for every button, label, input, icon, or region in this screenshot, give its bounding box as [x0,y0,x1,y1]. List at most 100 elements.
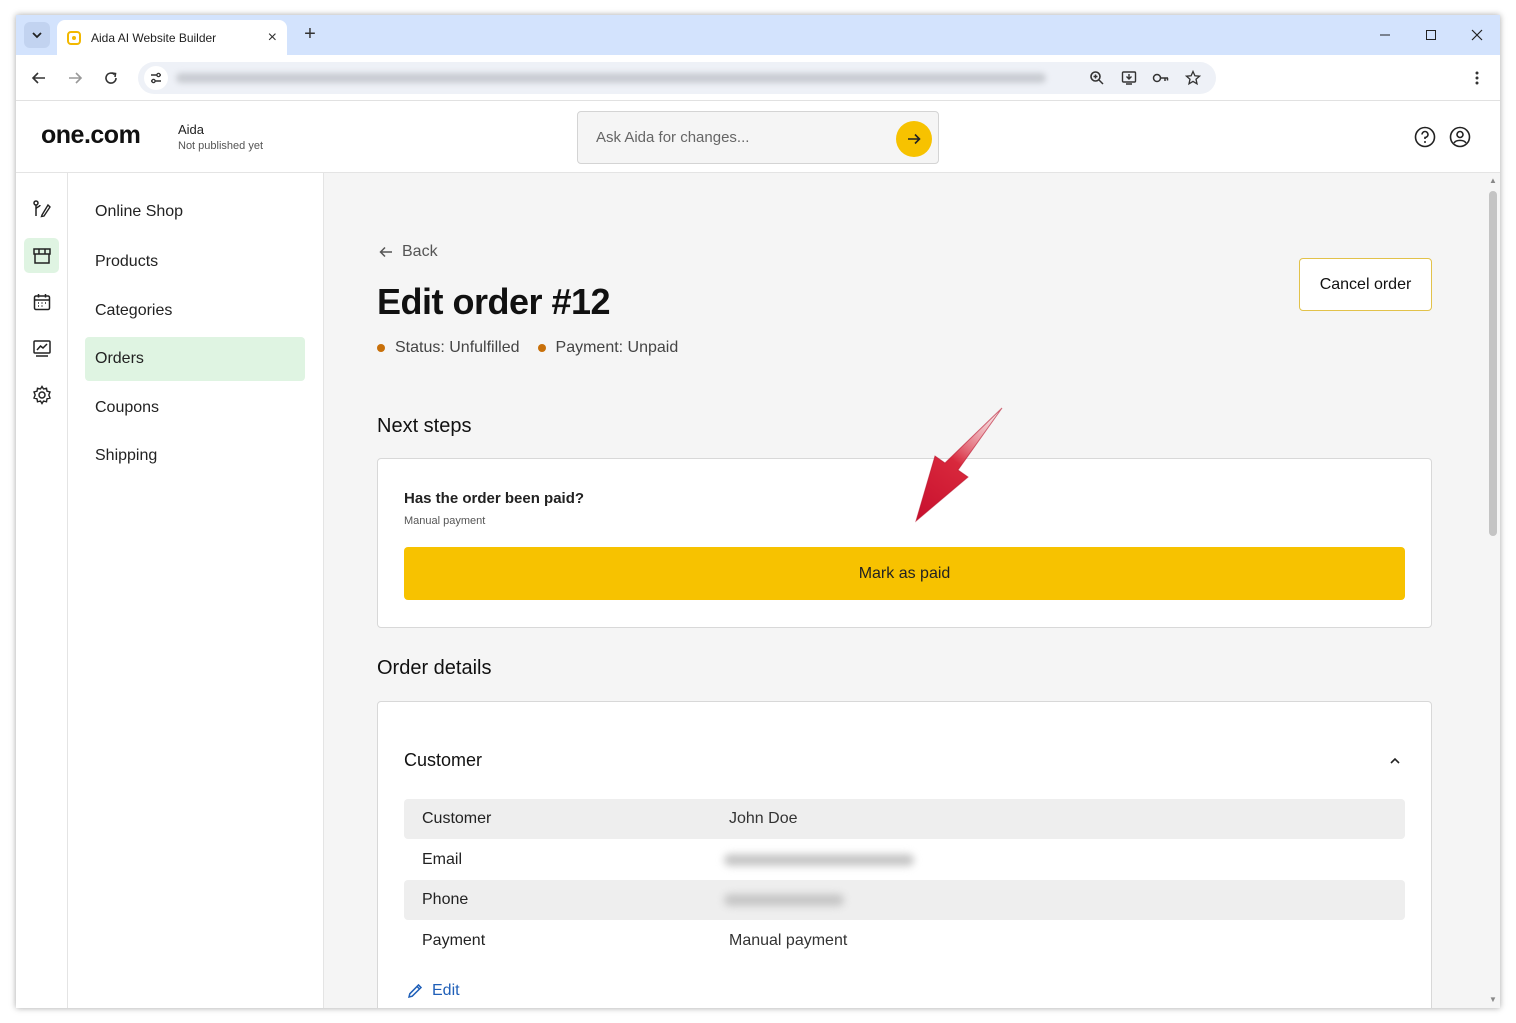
close-icon [1471,29,1483,41]
address-bar[interactable] [138,62,1216,94]
pencil-icon [407,983,423,999]
chevron-up-icon [1390,757,1400,764]
zoom-button[interactable] [1086,67,1108,89]
edit-customer-link[interactable]: Edit [406,982,460,1000]
tune-icon [151,72,161,84]
subnav-item-categories[interactable]: Categories [85,289,305,333]
order-details-heading: Order details [377,657,492,679]
browser-window: Aida AI Website Builder × + one.com Aida… [16,15,1500,1008]
back-link[interactable]: Back [378,243,438,261]
zoom-icon [1090,71,1104,85]
help-button[interactable] [1413,125,1437,149]
back-label: Back [402,243,438,260]
back-nav-button[interactable] [27,66,51,90]
payment-card: Has the order been paid? Manual payment … [377,458,1432,628]
site-name: Aida [178,122,205,137]
bookmark-button[interactable] [1182,67,1204,89]
arrow-left-icon [31,72,45,84]
rail-item-editor[interactable] [24,191,59,226]
ask-aida-submit-button[interactable] [896,121,932,157]
edit-label: Edit [432,982,460,999]
scroll-down-arrow[interactable]: ▼ [1489,996,1497,1004]
left-rail [16,173,68,1008]
scroll-up-arrow[interactable]: ▲ [1489,177,1497,185]
detail-row-email: Email [404,840,1405,880]
site-info-button[interactable] [144,66,168,90]
gear-icon [32,384,51,405]
subnav-item-orders[interactable]: Orders [85,337,305,381]
main-content: Back Edit order #12 Status: Unfulfilled … [324,173,1486,1008]
fulfillment-status: Status: Unfulfilled [395,339,520,356]
customer-section-title: Customer [404,750,483,770]
chevron-down-icon [32,32,42,39]
rail-item-settings[interactable] [24,377,59,412]
install-app-button[interactable] [1118,67,1140,89]
rail-item-analytics[interactable] [24,330,59,365]
email-value-blurred [724,854,914,866]
close-window-button[interactable] [1454,15,1500,55]
more-vertical-icon [1475,71,1479,85]
detail-row-customer: Customer John Doe [404,799,1405,839]
main-scrollbar[interactable]: ▲ ▼ [1486,173,1500,1008]
mark-as-paid-button[interactable]: Mark as paid [404,547,1405,600]
key-icon [1152,73,1169,83]
maximize-button[interactable] [1408,15,1454,55]
tab-search-button[interactable] [24,22,50,48]
order-status-row: Status: Unfulfilled Payment: Unpaid [377,339,678,357]
rail-item-calendar[interactable] [24,284,59,319]
brand-logo[interactable]: one.com [41,121,141,150]
analytics-icon [32,339,51,357]
arrow-right-icon [908,133,921,145]
maximize-icon [1426,30,1436,40]
payment-method: Manual payment [404,515,486,527]
new-tab-button[interactable]: + [298,23,322,47]
site-status: Not published yet [178,140,263,152]
edit-path-icon [32,199,51,217]
arrow-left-icon [379,246,392,258]
star-icon [1185,70,1201,86]
customer-name-value: John Doe [729,810,798,827]
tab-strip: Aida AI Website Builder × + [16,15,1500,55]
detail-key: Customer [422,810,492,827]
subnav-item-coupons[interactable]: Coupons [85,386,305,430]
payment-question: Has the order been paid? [404,490,585,507]
install-icon [1121,71,1137,85]
detail-key: Payment [422,932,486,949]
subnav-item-shipping[interactable]: Shipping [85,434,305,478]
close-tab-icon[interactable]: × [268,29,277,47]
browser-toolbar [16,55,1500,101]
minimize-button[interactable] [1362,15,1408,55]
ask-aida-input[interactable] [578,112,878,163]
reload-icon [105,72,117,84]
forward-nav-button[interactable] [63,66,87,90]
help-icon [1414,126,1436,148]
payment-method-value: Manual payment [729,932,848,949]
cancel-order-button[interactable]: Cancel order [1299,258,1432,311]
store-icon [32,247,51,264]
next-steps-heading: Next steps [377,415,472,437]
phone-value-blurred [724,894,844,906]
detail-row-payment: Payment Manual payment [404,921,1405,961]
browser-tab[interactable]: Aida AI Website Builder × [57,20,287,55]
account-button[interactable] [1448,125,1472,149]
subnav-item-online-shop[interactable]: Online Shop [85,190,305,234]
tab-title: Aida AI Website Builder [91,30,217,45]
collapse-button[interactable] [1386,752,1404,770]
calendar-icon [33,293,50,310]
ask-aida-box [577,111,939,164]
customer-card: Customer Customer John Doe Email Phone P… [377,701,1432,1008]
shop-subnav: Online Shop Products Categories Orders C… [68,173,324,1008]
page-title: Edit order #12 [377,281,611,322]
browser-menu-button[interactable] [1466,66,1488,90]
url-text-blurred[interactable] [176,73,1046,83]
account-icon [1449,126,1471,148]
reload-button[interactable] [99,66,123,90]
passwords-button[interactable] [1150,67,1172,89]
subnav-item-products[interactable]: Products [85,240,305,284]
detail-row-phone: Phone [404,880,1405,920]
rail-item-shop[interactable] [24,238,59,273]
payment-status: Payment: Unpaid [555,339,679,356]
scroll-thumb[interactable] [1489,191,1497,536]
detail-key: Email [422,851,463,868]
payment-dot [537,344,546,352]
